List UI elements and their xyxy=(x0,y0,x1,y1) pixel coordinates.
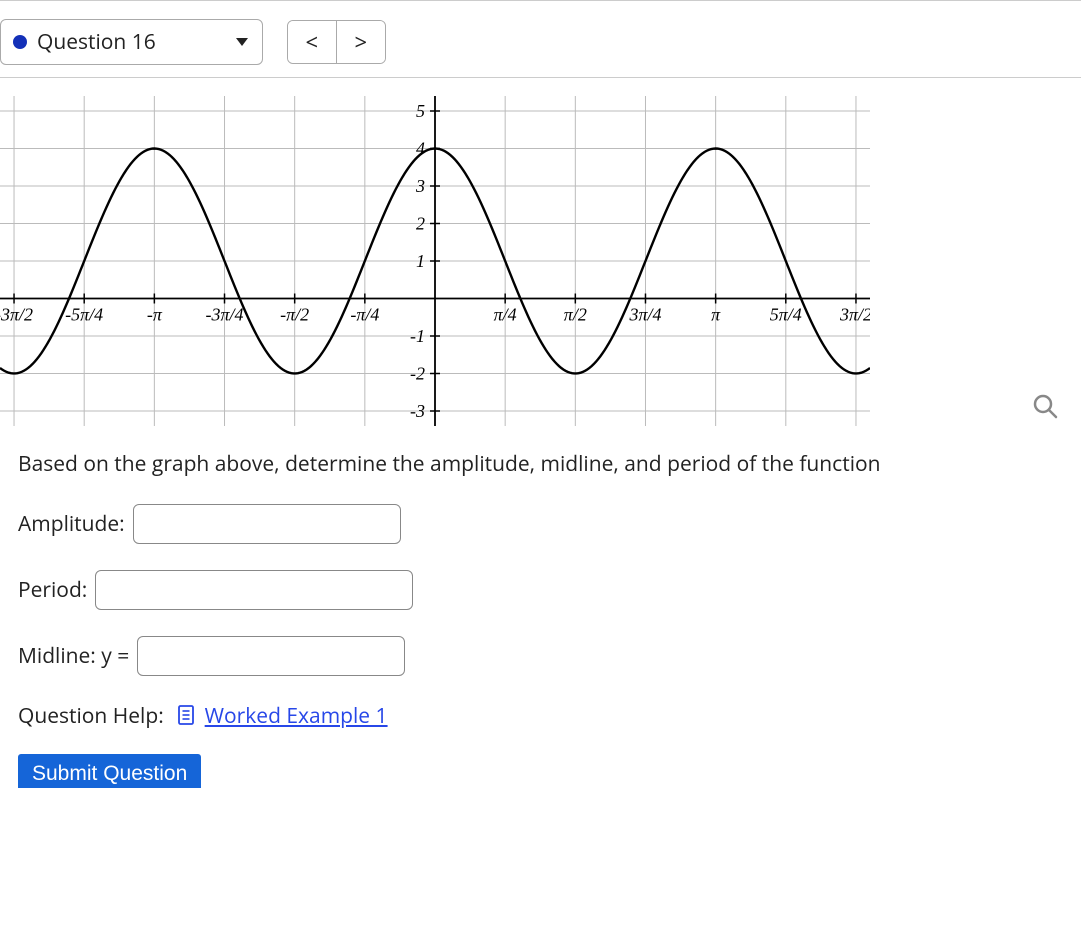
prev-question-button[interactable]: < xyxy=(288,21,336,63)
nav-group: < > xyxy=(287,20,386,64)
period-label: Period: xyxy=(18,576,87,604)
svg-text:5π/4: 5π/4 xyxy=(770,305,802,325)
document-icon xyxy=(177,704,195,732)
svg-text:-3: -3 xyxy=(410,401,425,421)
svg-text:-2: -2 xyxy=(410,364,425,384)
amplitude-label: Amplitude: xyxy=(18,510,125,538)
help-label: Question Help: xyxy=(18,702,164,730)
svg-text:1: 1 xyxy=(416,251,425,271)
question-selector[interactable]: Question 16 xyxy=(0,19,263,65)
svg-text:π/4: π/4 xyxy=(494,305,517,325)
svg-text:-3π/4: -3π/4 xyxy=(206,305,244,325)
magnify-icon[interactable] xyxy=(1031,392,1061,422)
svg-text:π: π xyxy=(711,305,721,325)
svg-text:3π/2: 3π/2 xyxy=(839,305,870,325)
status-dot-icon xyxy=(13,35,27,49)
midline-input[interactable] xyxy=(137,636,405,676)
svg-text:-3π/2: -3π/2 xyxy=(0,305,33,325)
svg-text:2: 2 xyxy=(416,214,425,234)
svg-text:-π/4: -π/4 xyxy=(350,305,379,325)
svg-text:-π/2: -π/2 xyxy=(280,305,309,325)
function-graph: -3π/2 -5π/4 -π -3π/4 -π/2 -π/4 π/4 π/2 3π/4 π 5π/4… xyxy=(0,96,870,426)
svg-text:-1: -1 xyxy=(410,326,425,346)
submit-button[interactable]: Submit Question xyxy=(18,754,201,788)
question-prompt: Based on the graph above, determine the … xyxy=(18,450,1063,478)
svg-text:-π: -π xyxy=(147,305,163,325)
midline-label: Midline: y = xyxy=(18,642,129,670)
chevron-down-icon xyxy=(236,38,248,46)
svg-text:5: 5 xyxy=(416,101,425,121)
period-input[interactable] xyxy=(95,570,413,610)
svg-text:π/2: π/2 xyxy=(564,305,587,325)
question-title: Question 16 xyxy=(37,28,156,56)
svg-text:-5π/4: -5π/4 xyxy=(65,305,103,325)
next-question-button[interactable]: > xyxy=(336,21,385,63)
amplitude-input[interactable] xyxy=(133,504,401,544)
svg-text:3π/4: 3π/4 xyxy=(628,305,661,325)
worked-example-link[interactable]: Worked Example 1 xyxy=(205,702,388,730)
svg-text:3: 3 xyxy=(415,176,425,196)
